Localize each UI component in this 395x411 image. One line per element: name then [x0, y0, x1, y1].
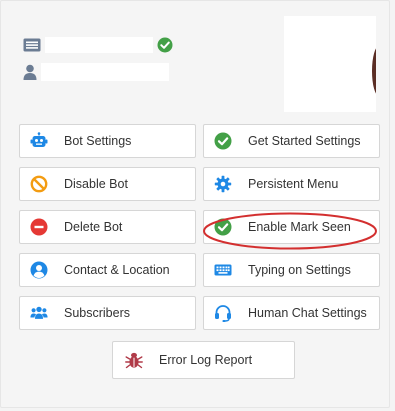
page-name-row: [23, 37, 173, 53]
profile-picture: [284, 16, 376, 112]
bug-icon: [125, 351, 143, 369]
subscribers-label: Subscribers: [64, 306, 130, 320]
keyboard-icon: [214, 261, 232, 279]
contact-location-button[interactable]: Contact & Location: [19, 253, 196, 287]
delete-bot-button[interactable]: Delete Bot: [19, 210, 196, 244]
error-log-report-label: Error Log Report: [159, 353, 253, 367]
users-icon: [30, 304, 48, 322]
id-card-icon: [23, 38, 41, 52]
check-circle-icon: [214, 218, 232, 236]
enable-mark-seen-label: Enable Mark Seen: [248, 220, 351, 234]
typing-on-settings-label: Typing on Settings: [248, 263, 351, 277]
robot-icon: [30, 132, 48, 150]
ban-icon: [30, 175, 48, 193]
check-circle-icon: [214, 132, 232, 150]
human-chat-settings-button[interactable]: Human Chat Settings: [203, 296, 380, 330]
contact-location-label: Contact & Location: [64, 263, 170, 277]
bot-settings-button[interactable]: Bot Settings: [19, 124, 196, 158]
error-log-report-button[interactable]: Error Log Report: [112, 341, 295, 379]
page-name-redacted: [45, 37, 153, 53]
delete-bot-label: Delete Bot: [64, 220, 123, 234]
minus-circle-icon: [30, 218, 48, 236]
user-name-row: [23, 63, 169, 81]
typing-on-settings-button[interactable]: Typing on Settings: [203, 253, 380, 287]
disable-bot-button[interactable]: Disable Bot: [19, 167, 196, 201]
get-started-settings-label: Get Started Settings: [248, 134, 361, 148]
bot-panel: Bot Settings Get Started Settings Disabl…: [0, 0, 390, 408]
user-icon: [23, 64, 37, 80]
user-circle-icon: [30, 261, 48, 279]
persistent-menu-label: Persistent Menu: [248, 177, 339, 191]
persistent-menu-button[interactable]: Persistent Menu: [203, 167, 380, 201]
gear-icon: [214, 175, 232, 193]
subscribers-button[interactable]: Subscribers: [19, 296, 196, 330]
enable-mark-seen-button[interactable]: Enable Mark Seen: [203, 210, 380, 244]
user-name-redacted: [41, 63, 169, 81]
check-circle-icon: [157, 37, 173, 53]
get-started-settings-button[interactable]: Get Started Settings: [203, 124, 380, 158]
bot-settings-label: Bot Settings: [64, 134, 132, 148]
human-chat-settings-label: Human Chat Settings: [248, 306, 367, 320]
headset-icon: [214, 304, 232, 322]
disable-bot-label: Disable Bot: [64, 177, 128, 191]
